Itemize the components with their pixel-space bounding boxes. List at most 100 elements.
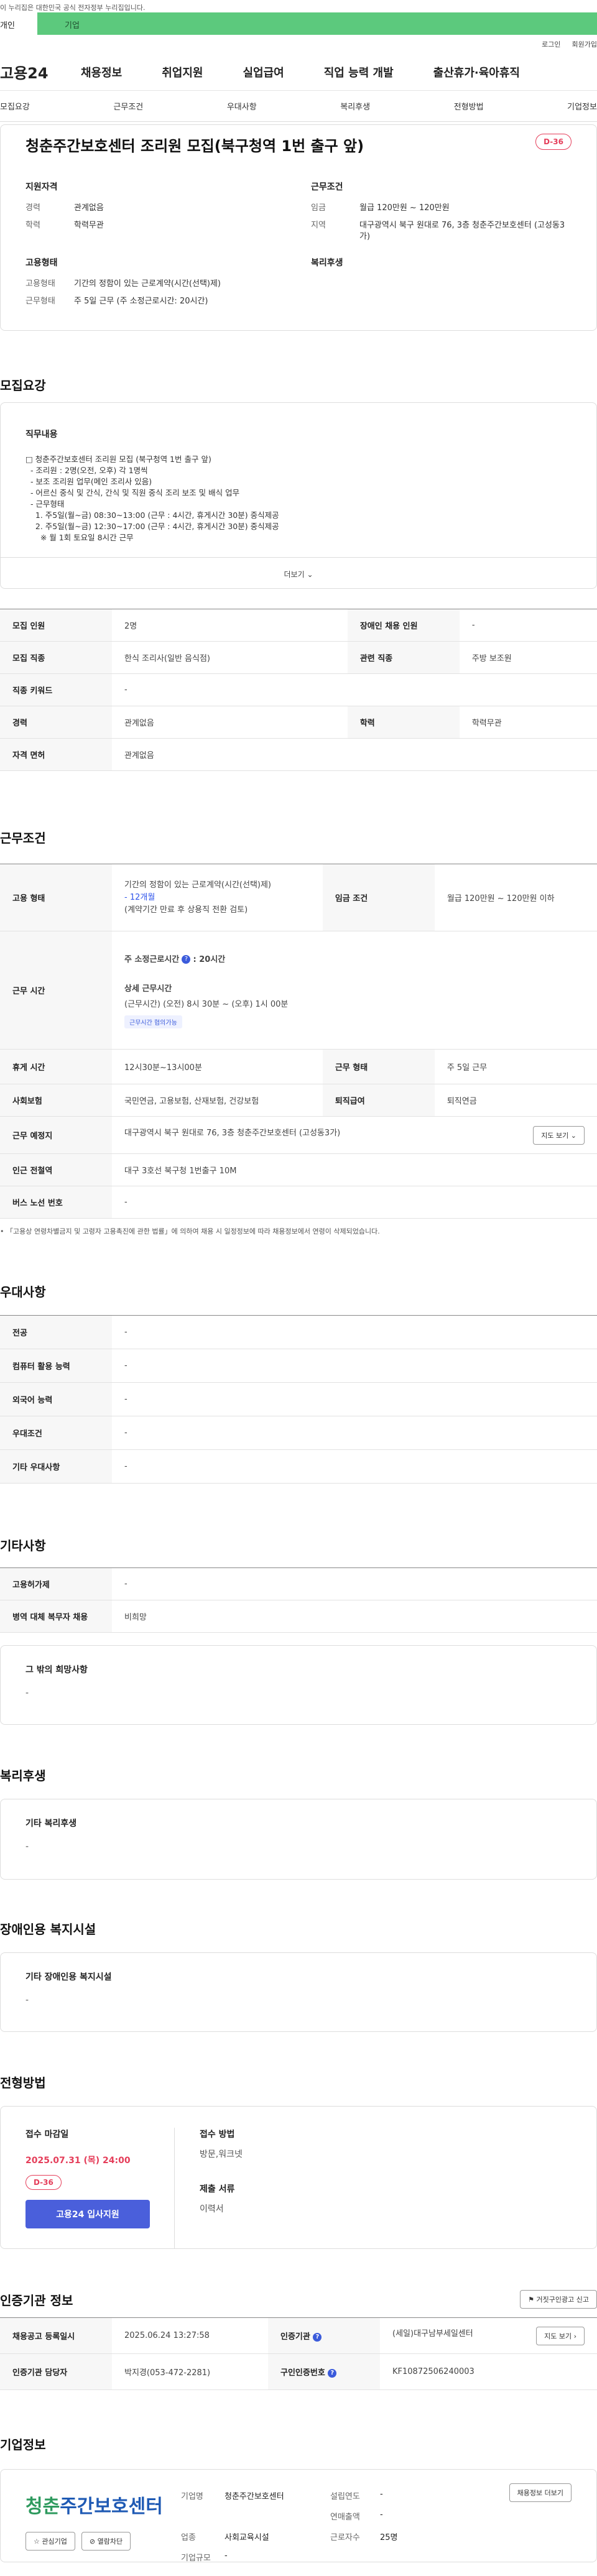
help-icon[interactable]: ?: [182, 955, 191, 964]
help-icon[interactable]: ?: [313, 2332, 322, 2342]
table-value: -: [112, 1315, 597, 1349]
lnb-item-work[interactable]: 근무조건: [113, 100, 143, 112]
tab-company[interactable]: 기업: [37, 12, 597, 35]
util-links: 로그인 회원가입: [0, 35, 597, 53]
corp-section-title: 기업정보: [0, 2437, 46, 2452]
report-button[interactable]: ⚑ 거짓구인광고 신고: [520, 2290, 597, 2309]
gov-banner-text: 이 누리집은 대한민국 공식 전자정부 누리집입니다.: [0, 4, 146, 12]
view-jobs-button[interactable]: 채용정보 더보기: [509, 2483, 572, 2502]
table-key: 자격 면허: [0, 738, 112, 771]
table-row: 병역 대체 복무자 채용 비희망: [0, 1600, 597, 1633]
lnb-item-recruit[interactable]: 모집요강: [0, 100, 30, 112]
apply-section-title: 전형방법: [0, 2075, 46, 2090]
table-row: 외국어 능력 -: [0, 1382, 597, 1416]
table-row: 채용공고 등록일시 2025.06.24 13:27:58 인증기관 ? (세일…: [0, 2317, 597, 2354]
login-link[interactable]: 로그인: [542, 39, 560, 49]
table-row: 모집 인원 2명 장애인 채용 인원 -: [0, 609, 597, 642]
corp-key: 기업규모: [181, 2554, 211, 2563]
welfare-box: 기타 복리후생 -: [0, 1799, 597, 1880]
chevron-right-icon: ›: [573, 2332, 576, 2340]
table-row: 근무 예정지 대구광역시 북구 원대로 76, 3층 청춘주간보호센터 (고성동…: [0, 1116, 597, 1154]
qual-value: 학력무관: [74, 221, 104, 230]
duty-box: 직무내용 □ 청춘주간보호센터 조리원 모집 (북구청역 1번 출구 앞) - …: [0, 402, 597, 589]
table-key: 관련 직종: [347, 641, 460, 674]
chevron-down-icon: ⌄: [307, 570, 313, 579]
fav-button[interactable]: ☆ 관심기업: [25, 2532, 75, 2551]
org-key: 인증기관: [280, 2332, 310, 2342]
table-value: -: [112, 1449, 597, 1484]
table-key: 휴게 시간: [0, 1049, 112, 1084]
table-key: 근무 예정지: [0, 1116, 112, 1154]
emp-note: (계약기간 만료 후 상용직 전환 검토): [124, 905, 248, 915]
signup-link[interactable]: 회원가입: [572, 39, 597, 49]
table-key: 우대조건: [0, 1416, 112, 1450]
table-key: 모집 직종: [0, 641, 112, 674]
emp-key: 근무형태: [25, 297, 55, 306]
table-value: 관계없음: [112, 706, 348, 739]
emp-type: 기간의 정함이 있는 근로계약(시간(선택)제): [124, 880, 272, 890]
welfare-label: 기타 복리후생: [25, 1819, 77, 1829]
corp-key: 기업명: [181, 2492, 203, 2501]
dday-badge: D-36: [535, 134, 572, 150]
table-value: 박지경(053-472-2281): [112, 2353, 269, 2390]
table-key: 인근 전철역: [0, 1153, 112, 1186]
facility-label: 기타 장애인용 복지시설: [25, 1972, 112, 1982]
cond-key: 지역: [311, 221, 326, 230]
lnb-item-apply[interactable]: 전형방법: [454, 100, 484, 112]
table-key: 전공: [0, 1315, 112, 1349]
org-map-button[interactable]: 지도 보기 ›: [536, 2326, 585, 2345]
help-icon[interactable]: ?: [328, 2368, 337, 2378]
table-key: 학력: [347, 706, 460, 739]
method-value: 방문,워크넷: [200, 2149, 243, 2159]
tab-person[interactable]: 개인: [0, 12, 37, 35]
table-row: 기타 우대사항 -: [0, 1449, 597, 1484]
apply-button[interactable]: 고용24 입사지원: [25, 2200, 150, 2228]
emp-value: 기간의 정함이 있는 근로계약(시간(선택)제): [74, 279, 221, 289]
corp-info-grid: 기업명 청춘주간보호센터 설립연도 - 연매출액 - 업종 사회교육시설 근로자…: [181, 2483, 479, 2563]
docs-label: 제출 서류: [200, 2184, 235, 2194]
global-nav: 고용24 채용정보 취업지원 실업급여 직업 능력 개발 출산휴가·육아휴직: [0, 53, 597, 91]
lnb-item-pref[interactable]: 우대사항: [227, 100, 257, 112]
deadline-value: 2025.07.31 (목) 24:00: [25, 2156, 131, 2166]
docs-value: 이력서: [200, 2204, 224, 2214]
duty-label: 직무내용: [25, 430, 58, 440]
gnb-item-parental-leave[interactable]: 출산휴가·육아휴직: [433, 64, 520, 80]
table-key: 인증기관 ?: [268, 2317, 381, 2354]
lnb-item-welfare[interactable]: 복리후생: [340, 100, 370, 112]
site-logo[interactable]: 고용24: [0, 61, 81, 83]
recruit-section-title: 모집요강: [0, 378, 46, 393]
table-key: 근무 형태: [322, 1049, 435, 1084]
corp-key: 설립연도: [330, 2492, 360, 2501]
gnb-item-training[interactable]: 직업 능력 개발: [324, 64, 394, 80]
table-row: 전공 -: [0, 1315, 597, 1349]
lnb-item-corp[interactable]: 기업정보: [567, 100, 597, 112]
corp-value: -: [380, 2490, 383, 2499]
corp-logo-blue: 주간보호센터: [60, 2496, 163, 2518]
table-value: 한식 조리사(일반 음식점): [112, 641, 348, 674]
gnb-item-employment-support[interactable]: 취업지원: [162, 64, 203, 80]
facility-section-title: 장애인용 복지시설: [0, 1922, 96, 1937]
work-section-title: 근무조건: [0, 831, 46, 846]
gnb-item-jobs[interactable]: 채용정보: [81, 64, 122, 80]
more-button[interactable]: 더보기 ⌄: [1, 557, 596, 588]
star-icon: ☆: [34, 2537, 40, 2546]
user-type-tabs: 개인 기업: [0, 12, 597, 35]
map-label: 지도 보기: [544, 2332, 572, 2340]
duty-text: □ 청춘주간보호센터 조리원 모집 (북구청역 1번 출구 앞) - 조리원 :…: [25, 455, 279, 542]
table-key: 퇴직급여: [322, 1084, 435, 1117]
fav-label: 관심기업: [42, 2537, 67, 2546]
table-value: 퇴직연금: [434, 1084, 597, 1117]
pref-table: 전공 - 컴퓨터 활용 능력 - 외국어 능력 - 우대조건 - 기타 우대사항 -: [0, 1315, 597, 1484]
qual-heading: 지원자격: [25, 182, 58, 192]
block-button[interactable]: ⊘ 열람차단: [81, 2532, 131, 2551]
gnb-item-unemployment-benefit[interactable]: 실업급여: [243, 64, 284, 80]
table-value: 비희망: [112, 1600, 597, 1633]
emp-value: 주 5일 근무 (주 소정근로시간: 20시간): [74, 297, 208, 306]
table-key: 컴퓨터 활용 능력: [0, 1349, 112, 1383]
table-row: 우대조건 -: [0, 1416, 597, 1450]
emp-key: 고용형태: [25, 279, 55, 289]
map-button[interactable]: 지도 보기 ⌄: [533, 1125, 585, 1145]
welfare-heading: 복리후생: [311, 258, 343, 268]
table-key: 병역 대체 복무자 채용: [0, 1600, 112, 1633]
etc-table: 고용허가제 - 병역 대체 복무자 채용 비희망: [0, 1567, 597, 1633]
